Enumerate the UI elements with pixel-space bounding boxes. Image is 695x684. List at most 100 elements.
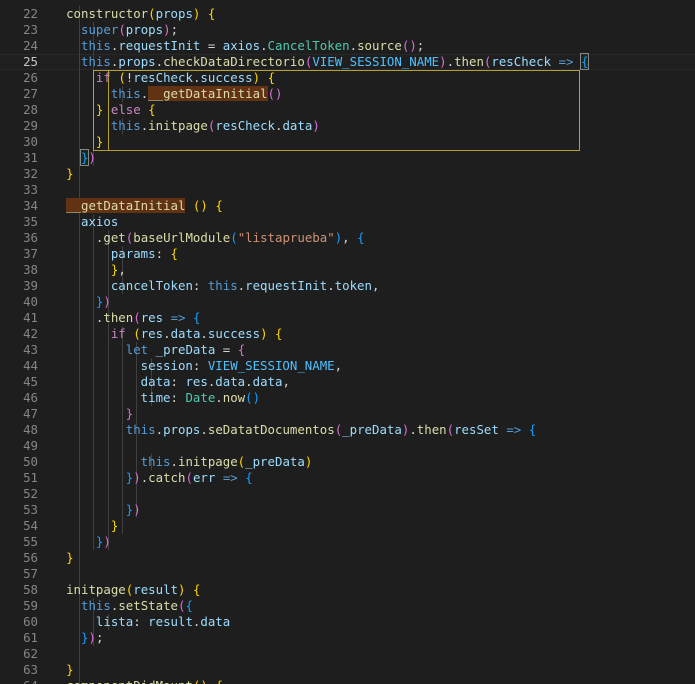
code-token: ) (88, 630, 96, 645)
line-number: 37 (23, 246, 38, 261)
code-token: ) (200, 198, 208, 213)
code-token: _preData (342, 422, 402, 437)
code-line[interactable]: 47 } (0, 406, 695, 422)
line-number: 50 (23, 454, 38, 469)
code-token: err (192, 470, 216, 485)
code-line[interactable]: 62 (0, 646, 695, 662)
line-number: 40 (23, 294, 38, 309)
code-line[interactable]: 59 this.setState({ (0, 598, 695, 614)
code-token: data (140, 374, 171, 389)
code-line[interactable]: 51 }).catch(err => { (0, 470, 695, 486)
code-token: requestInit (245, 278, 328, 293)
code-line[interactable]: 25 this.props.checkDataDirectorio(VIEW_S… (0, 53, 695, 70)
code-token: . (170, 454, 178, 469)
code-line[interactable]: 35 axios (0, 214, 695, 230)
code-token: axios (81, 214, 119, 229)
code-line[interactable]: 50 this.initpage(_preData) (0, 454, 695, 470)
code-token: componentDidMount (66, 678, 193, 684)
code-token: data (215, 374, 246, 389)
code-line[interactable]: 41 .then(res => { (0, 310, 695, 326)
code-line[interactable]: 34 __getDataInitial () { (0, 198, 695, 214)
code-token: . (155, 422, 164, 437)
code-token: ) (133, 470, 141, 485)
code-line[interactable]: 55 }) (0, 534, 695, 550)
code-line[interactable]: 39 cancelToken: this.requestInit.token, (0, 278, 695, 294)
line-number: 29 (23, 118, 38, 133)
code-line[interactable]: 56 } (0, 550, 695, 566)
code-line[interactable]: 29 this.initpage(resCheck.data) (0, 118, 695, 134)
code-line[interactable]: 44 session: VIEW_SESSION_NAME, (0, 358, 695, 374)
code-text: if (res.data.success) { (36, 326, 283, 342)
code-token: checkDataDirectorio (163, 54, 305, 69)
line-number: 61 (23, 630, 38, 645)
code-line[interactable]: 23 super(props); (0, 22, 695, 38)
code-token: ) (103, 294, 111, 309)
code-line[interactable]: 24 this.requestInit = axios.CancelToken.… (0, 38, 695, 54)
line-number: 57 (23, 566, 38, 581)
code-line[interactable]: 40 }) (0, 294, 695, 310)
code-line[interactable]: 42 if (res.data.success) { (0, 326, 695, 342)
code-token: this (81, 38, 111, 53)
code-line[interactable]: 33 (0, 182, 695, 198)
code-token: ) (88, 150, 96, 165)
code-line[interactable]: 53 }) (0, 502, 695, 518)
code-token: ( (148, 6, 156, 21)
line-number: 39 (23, 278, 38, 293)
code-line[interactable]: 64 componentDidMount() { (0, 678, 695, 684)
code-text: time: Date.now() (36, 390, 260, 406)
code-line[interactable]: 30 } (0, 134, 695, 150)
code-line[interactable]: 54 } (0, 518, 695, 534)
code-line[interactable]: 37 params: { (0, 246, 695, 262)
code-line[interactable]: 38 }, (0, 262, 695, 278)
code-editor[interactable]: 22 constructor(props) {23 super(props); 2… (0, 0, 695, 684)
line-number: 56 (23, 550, 38, 565)
code-line[interactable]: 52 (0, 486, 695, 502)
code-line[interactable]: 28 } else { (0, 102, 695, 118)
indent-guide (78, 550, 80, 566)
code-token: ; (416, 38, 425, 53)
code-token: => (222, 470, 238, 485)
code-token: props (118, 54, 156, 69)
code-line[interactable]: 26 if (!resCheck.success) { (0, 70, 695, 86)
code-line[interactable]: 49 (0, 438, 695, 454)
code-line[interactable]: 48 this.props.seDatatDocumentos(_preData… (0, 422, 695, 438)
code-line[interactable]: 58 initpage(result) { (0, 582, 695, 598)
code-line[interactable]: 32 } (0, 166, 695, 182)
code-token: source (357, 38, 402, 53)
code-line[interactable]: 46 time: Date.now() (0, 390, 695, 406)
code-text: }) (36, 149, 96, 166)
code-token: token (334, 278, 372, 293)
code-line[interactable]: 27 this.__getDataInitial() (0, 86, 695, 102)
code-token: : (192, 278, 208, 293)
code-text: this.props.checkDataDirectorio(VIEW_SESS… (36, 53, 590, 70)
code-line[interactable]: 22 constructor(props) { (0, 6, 695, 22)
line-number: 35 (23, 214, 38, 229)
code-line[interactable]: 43 let _preData = { (0, 342, 695, 358)
code-token: : (170, 374, 186, 389)
code-token: this (81, 598, 111, 613)
code-line[interactable]: 60 lista: result.data (0, 614, 695, 630)
code-line[interactable]: 63 } (0, 662, 695, 678)
code-line[interactable]: 36 .get(baseUrlModule("listaprueba"), { (0, 230, 695, 246)
code-token: res (140, 326, 164, 341)
code-line[interactable]: 45 data: res.data.data, (0, 374, 695, 390)
code-token: ) (252, 70, 261, 85)
code-line[interactable]: 57 (0, 566, 695, 582)
code-line[interactable]: 61 }); (0, 630, 695, 646)
code-line[interactable]: 31 }) (0, 149, 695, 166)
line-number: 28 (23, 102, 38, 117)
